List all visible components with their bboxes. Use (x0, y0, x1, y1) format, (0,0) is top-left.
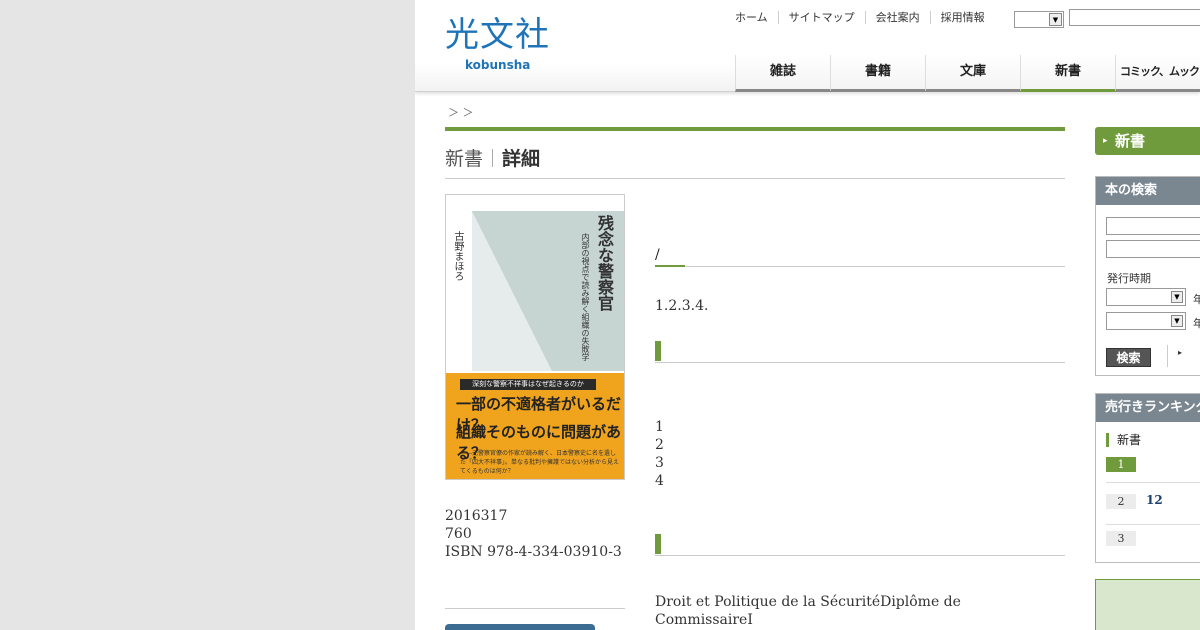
page-title-detail: 詳細 (502, 148, 541, 170)
chevron-right-icon: ▸ (1103, 136, 1108, 146)
chevron-down-icon: ▼ (1171, 315, 1183, 327)
utility-links: ホーム サイトマップ 会社案内 採用情報 (725, 11, 995, 24)
nav-comics[interactable]: コミック、ムックほか (1115, 55, 1200, 92)
toc-item: 2 (655, 437, 664, 453)
rank-title[interactable]: 12 (1146, 493, 1163, 507)
book-price: 760 (445, 526, 472, 542)
rank-badge: 3 (1106, 531, 1136, 546)
site-search-input[interactable] (1069, 9, 1200, 26)
cover-title: 残念な警察官 (595, 215, 614, 311)
cover-author: 古野まほろ (452, 231, 463, 281)
link-home[interactable]: ホーム (725, 11, 778, 24)
section-heading-toc (655, 341, 1065, 363)
cover-band: 深刻な警察不祥事はなぜ起きるのか (460, 379, 596, 390)
rank-badge: 1 (1106, 457, 1136, 472)
toc-item: 3 (655, 455, 664, 471)
title-rule (445, 127, 1065, 131)
ranking-category: 新書 (1106, 433, 1141, 447)
author-bio-line: CommissaireI (655, 612, 753, 628)
link-company[interactable]: 会社案内 (864, 11, 930, 24)
cover-subtitle: 内部の視点で読み解く組織の失敗学 (581, 233, 590, 361)
cover-obi: 深刻な警察不祥事はなぜ起きるのか 一部の不適格者がいるだけ？ 組織そのものに問題… (446, 373, 624, 479)
nav-magazines[interactable]: 雑誌 (735, 55, 830, 92)
nav-books[interactable]: 書籍 (830, 55, 925, 92)
title-search-input[interactable] (1106, 217, 1200, 235)
ranking-box: 売行きランキング 新書 1 2 12 3 (1095, 393, 1200, 563)
left-divider (445, 608, 625, 609)
author-bio-line: Droit et Politique de la SécuritéDiplôme… (655, 594, 961, 610)
year-label: 年 (1193, 293, 1200, 306)
heading-accent (655, 265, 685, 267)
logo-japanese: 光文社 (445, 15, 550, 55)
rank-badge: 2 (1106, 494, 1136, 509)
search-category-select[interactable]: ▼ (1014, 11, 1064, 28)
purchase-button[interactable] (445, 624, 595, 630)
sidebar-shinsho-button[interactable]: ▸ 新書 (1095, 127, 1200, 155)
section-heading-author (655, 534, 1065, 556)
book-meta: 2016317 760 ISBN 978-4-334-03910-3 (445, 507, 622, 561)
ranking-heading: 売行きランキング (1096, 394, 1200, 422)
heading-marker (655, 341, 661, 361)
chapter-summary: 1.2.3.4. (655, 298, 709, 314)
chevron-down-icon: ▼ (1171, 291, 1183, 303)
logo-english: kobunsha (465, 58, 531, 72)
chevron-right-icon[interactable]: ▸ (1178, 348, 1182, 357)
toc-item: 4 (655, 473, 664, 489)
period-label: 発行時期 (1107, 272, 1151, 285)
heading-marker (655, 534, 661, 554)
toc-list: 1 2 3 4 (655, 418, 1065, 490)
sidebar-shinsho-label: 新書 (1115, 132, 1146, 150)
title-divider (492, 149, 494, 167)
book-isbn: ISBN 978-4-334-03910-3 (445, 544, 622, 560)
site-header: 光文社 kobunsha ホーム サイトマップ 会社案内 採用情報 ▼ 雑誌 書… (415, 0, 1200, 92)
book-search-box: 本の検索 発行時期 ▼ 年 ▼ 年 検索 ▸ (1095, 176, 1200, 376)
cover-blurb: ――元警察官僚の作家が読み解く、日本警察史に名を遺した「四大不祥事」。単なる批判… (460, 450, 620, 475)
breadcrumb: ＞ ＞ (448, 106, 474, 119)
author-search-input[interactable] (1106, 240, 1200, 258)
cover-light-ray (472, 211, 552, 371)
page-content: 光文社 kobunsha ホーム サイトマップ 会社案内 採用情報 ▼ 雑誌 書… (415, 0, 1200, 630)
period-from-select[interactable]: ▼ (1106, 288, 1186, 306)
nav-shinsho[interactable]: 新書 (1020, 55, 1115, 92)
site-logo[interactable]: 光文社 kobunsha (445, 16, 565, 72)
publish-date: 2016317 (445, 508, 508, 524)
rank-divider (1106, 524, 1200, 525)
chevron-down-icon: ▼ (1049, 13, 1062, 26)
year-label: 年 (1193, 317, 1200, 330)
main-nav: 雑誌 書籍 文庫 新書 コミック、ムックほか (735, 55, 1200, 92)
page-title-category: 新書 (445, 148, 484, 170)
search-button[interactable]: 検索 (1106, 348, 1151, 367)
section-slash: / (655, 247, 660, 263)
toc-item: 1 (655, 419, 664, 435)
book-cover: 古野まほろ 残念な警察官 内部の視点で読み解く組織の失敗学 深刻な警察不祥事はな… (445, 194, 625, 480)
sidebar-banner[interactable] (1095, 579, 1200, 630)
nav-bunko[interactable]: 文庫 (925, 55, 1020, 92)
link-sitemap[interactable]: サイトマップ (777, 11, 865, 24)
section-heading-main: / (655, 244, 1065, 267)
author-bio: Droit et Politique de la SécuritéDiplôme… (655, 593, 1065, 629)
page-title: 新書 詳細 (445, 144, 1065, 179)
button-divider (1167, 345, 1168, 367)
link-recruit[interactable]: 採用情報 (929, 11, 995, 24)
period-to-select[interactable]: ▼ (1106, 312, 1186, 330)
rank-divider (1106, 482, 1200, 483)
book-search-heading: 本の検索 (1096, 177, 1200, 205)
